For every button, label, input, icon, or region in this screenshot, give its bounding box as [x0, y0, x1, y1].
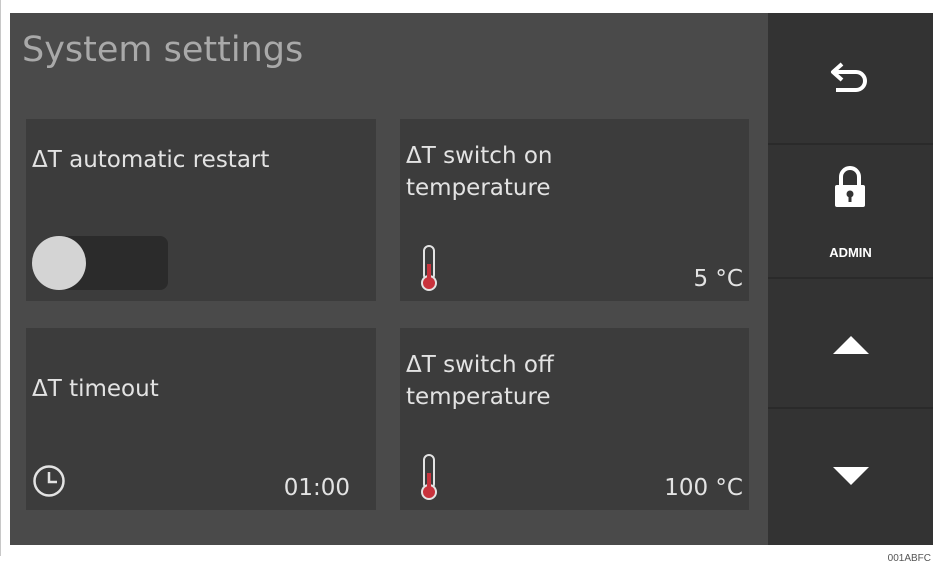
triangle-up-icon: [833, 336, 869, 354]
scroll-up-button[interactable]: [768, 279, 933, 409]
automatic-restart-toggle[interactable]: [32, 236, 168, 290]
frame-border-line: [0, 0, 1, 556]
tile-switch-off-temperature[interactable]: ΔT switch off temperature 100 °C: [400, 328, 749, 510]
admin-lock-button[interactable]: ADMIN: [768, 145, 933, 279]
page-title: System settings: [22, 30, 304, 70]
tile-timeout[interactable]: ΔT timeout 01:00: [26, 328, 376, 510]
sidebar: ADMIN: [768, 13, 933, 545]
triangle-down-icon: [833, 467, 869, 485]
timeout-value: 01:00: [283, 475, 350, 501]
tile-switch-on-temperature[interactable]: ΔT switch on temperature 5 °C: [400, 119, 749, 301]
switch-off-temperature-value: 100 °C: [664, 475, 743, 501]
switch-on-temperature-value: 5 °C: [693, 266, 743, 292]
tile-automatic-restart[interactable]: ΔT automatic restart: [26, 119, 376, 301]
figure-reference-code: 001ABFC: [887, 553, 931, 564]
clock-icon: [33, 465, 65, 497]
back-arrow-icon: [831, 62, 867, 92]
tile-label: ΔT switch on temperature: [406, 143, 553, 201]
admin-label: ADMIN: [829, 245, 872, 260]
back-button[interactable]: [768, 13, 933, 145]
tile-label: ΔT automatic restart: [32, 147, 270, 173]
toggle-knob[interactable]: [32, 236, 86, 290]
tile-label: ΔT switch off temperature: [406, 352, 554, 410]
device-screen: System settings ΔT automatic restart ΔT …: [10, 13, 933, 545]
tile-label: ΔT timeout: [32, 376, 159, 402]
padlock-icon: [835, 166, 865, 207]
thermometer-icon: [421, 454, 437, 500]
thermometer-icon: [421, 245, 437, 291]
scroll-down-button[interactable]: [768, 409, 933, 545]
